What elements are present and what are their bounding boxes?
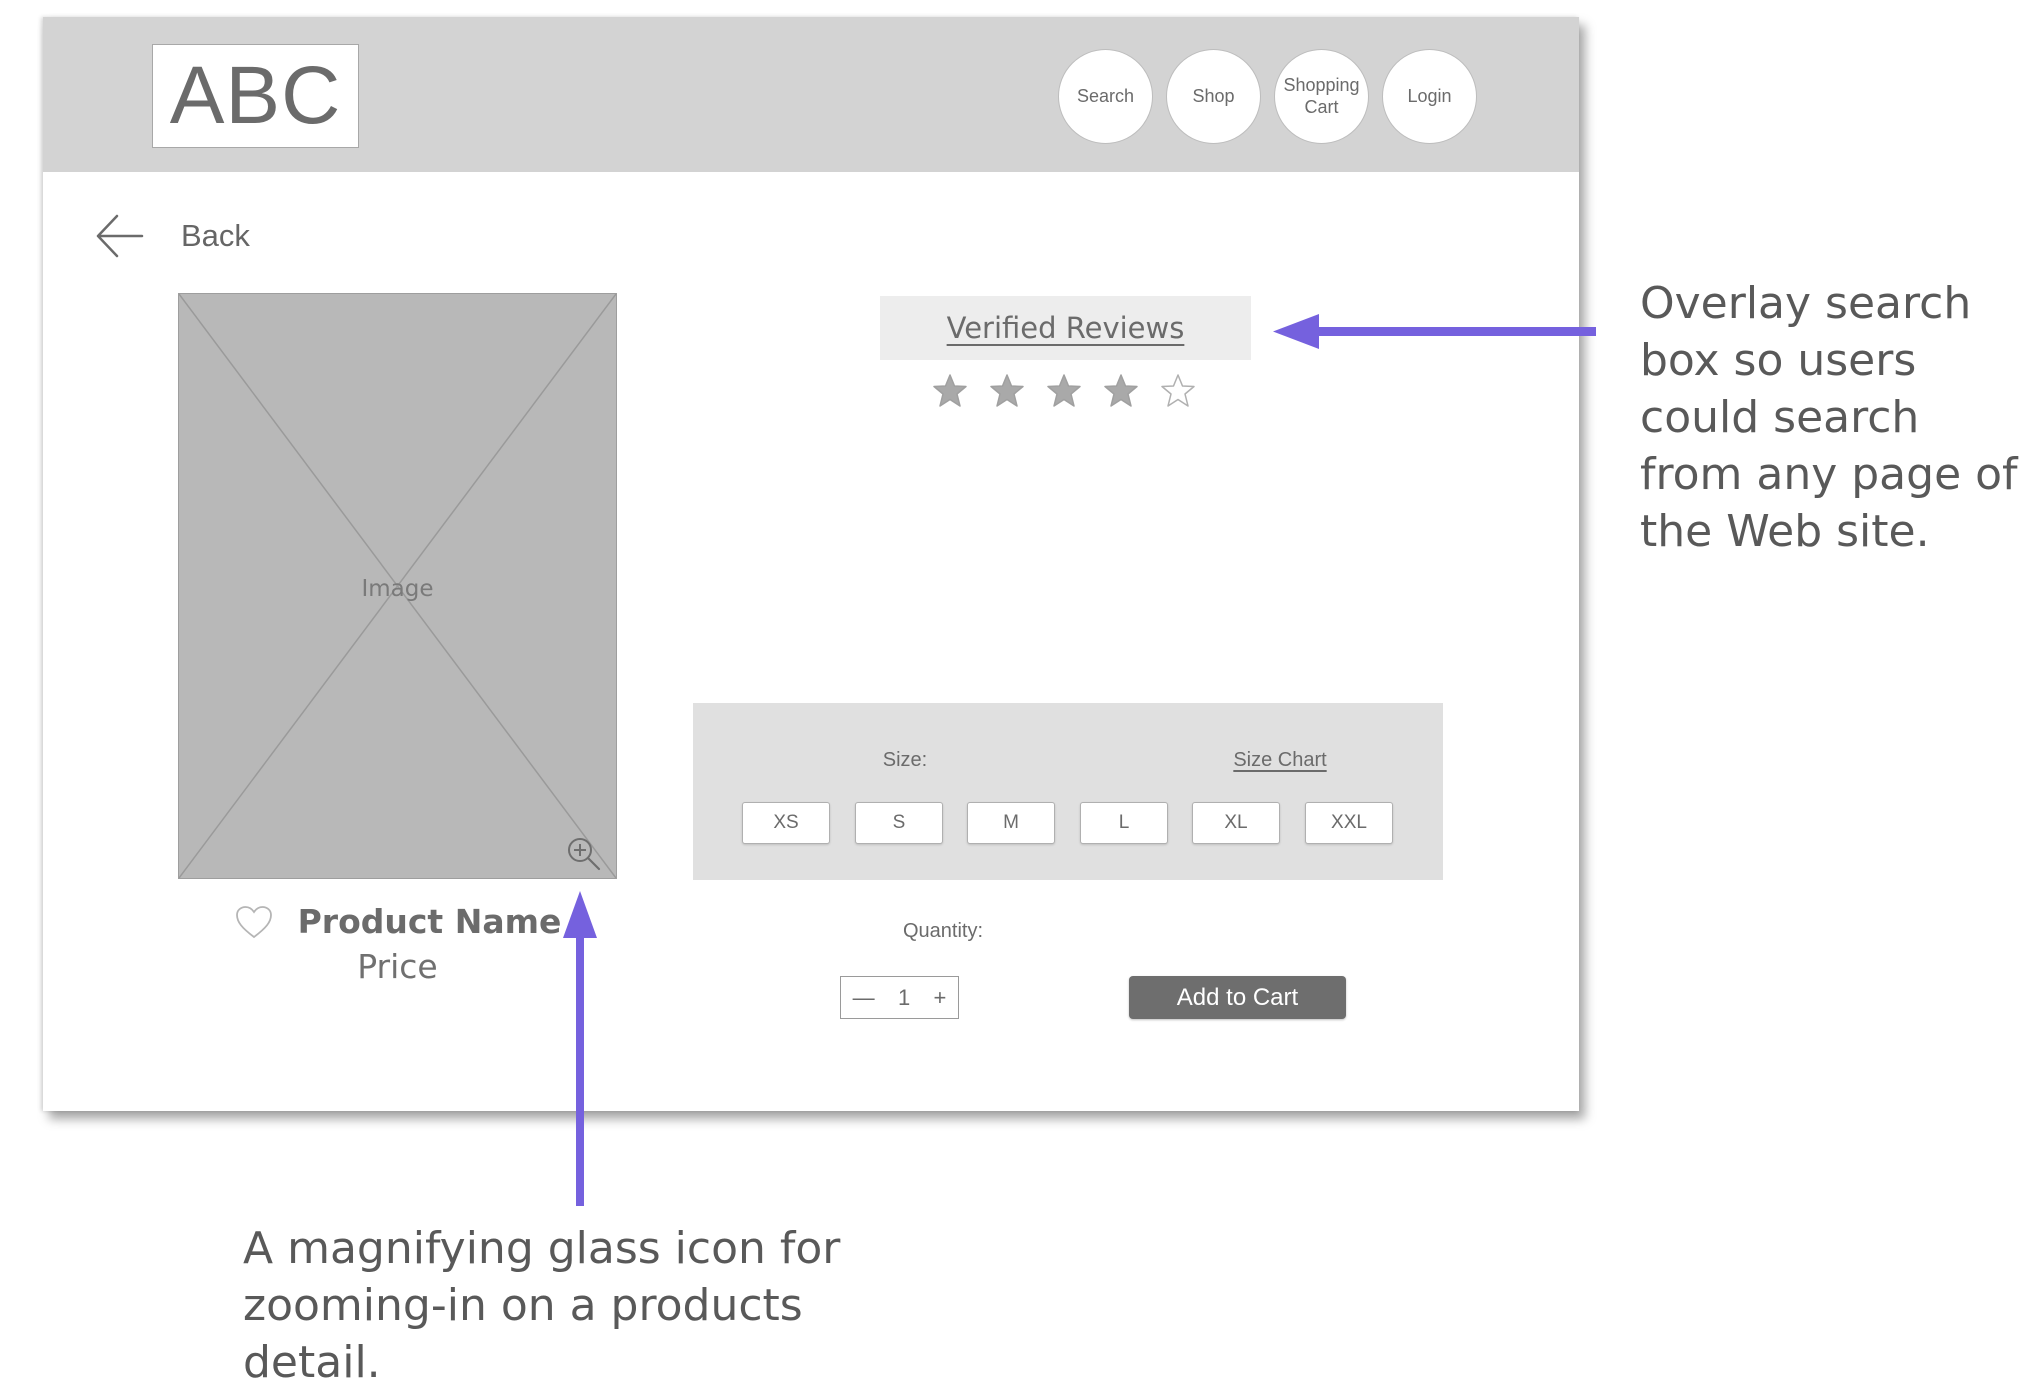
increment-button[interactable]: + [933,985,946,1011]
product-name-row: Product Name [178,902,617,941]
star-filled-icon[interactable] [1046,373,1082,409]
size-option-s[interactable]: S [855,802,943,844]
quantity-label: Quantity: [902,920,984,942]
size-option-xs[interactable]: XS [742,802,830,844]
star-filled-icon[interactable] [1103,373,1139,409]
site-header: ABC Search Shop Shopping Cart Login [43,17,1579,172]
arrow-shaft [576,934,584,1206]
nav-shopping-cart-button[interactable]: Shopping Cart [1274,49,1369,144]
arrow-head [563,891,597,938]
annotation-search-note: Overlay search box so users could search… [1640,278,2018,557]
star-empty-icon[interactable] [1160,373,1196,409]
back-label: Back [181,218,250,253]
nav-search-button[interactable]: Search [1058,49,1153,144]
heart-outline-icon[interactable] [234,904,274,940]
nav-login-button[interactable]: Login [1382,49,1477,144]
quantity-stepper[interactable]: — 1 + [840,976,959,1019]
verified-reviews-link[interactable]: Verified Reviews [947,311,1185,345]
size-option-m[interactable]: M [967,802,1055,844]
product-image[interactable]: Image [178,293,617,879]
add-to-cart-button[interactable]: Add to Cart [1129,976,1346,1019]
product-info: Product Name Price [178,902,617,986]
size-chart-link[interactable]: Size Chart [1213,749,1347,772]
size-option-xl[interactable]: XL [1192,802,1280,844]
annotation-arrow-left [1273,314,1596,349]
product-price: Price [357,947,438,986]
wireframe-window: ABC Search Shop Shopping Cart Login Back… [43,17,1579,1111]
arrow-shaft [1316,327,1596,336]
size-label: Size: [882,749,928,771]
zoom-in-icon[interactable] [566,836,602,872]
product-name: Product Name [297,902,562,941]
size-option-l[interactable]: L [1080,802,1168,844]
arrow-left-icon [96,214,144,258]
site-logo[interactable]: ABC [152,44,359,148]
back-link[interactable]: Back [95,213,250,259]
star-rating[interactable] [932,373,1196,409]
size-option-xxl[interactable]: XXL [1305,802,1393,844]
star-filled-icon[interactable] [989,373,1025,409]
decrement-button[interactable]: — [853,985,875,1011]
star-filled-icon[interactable] [932,373,968,409]
verified-reviews-box: Verified Reviews [880,296,1251,360]
arrow-head [1273,314,1319,349]
annotation-arrow-up [563,891,597,1206]
size-selector-panel: Size: Size Chart XS S M L XL XXL [693,703,1443,880]
quantity-value[interactable]: 1 [898,985,910,1011]
nav-shop-button[interactable]: Shop [1166,49,1261,144]
annotation-zoom-note: A magnifying glass icon for zooming-in o… [243,1223,841,1388]
image-placeholder-label: Image [361,576,434,602]
